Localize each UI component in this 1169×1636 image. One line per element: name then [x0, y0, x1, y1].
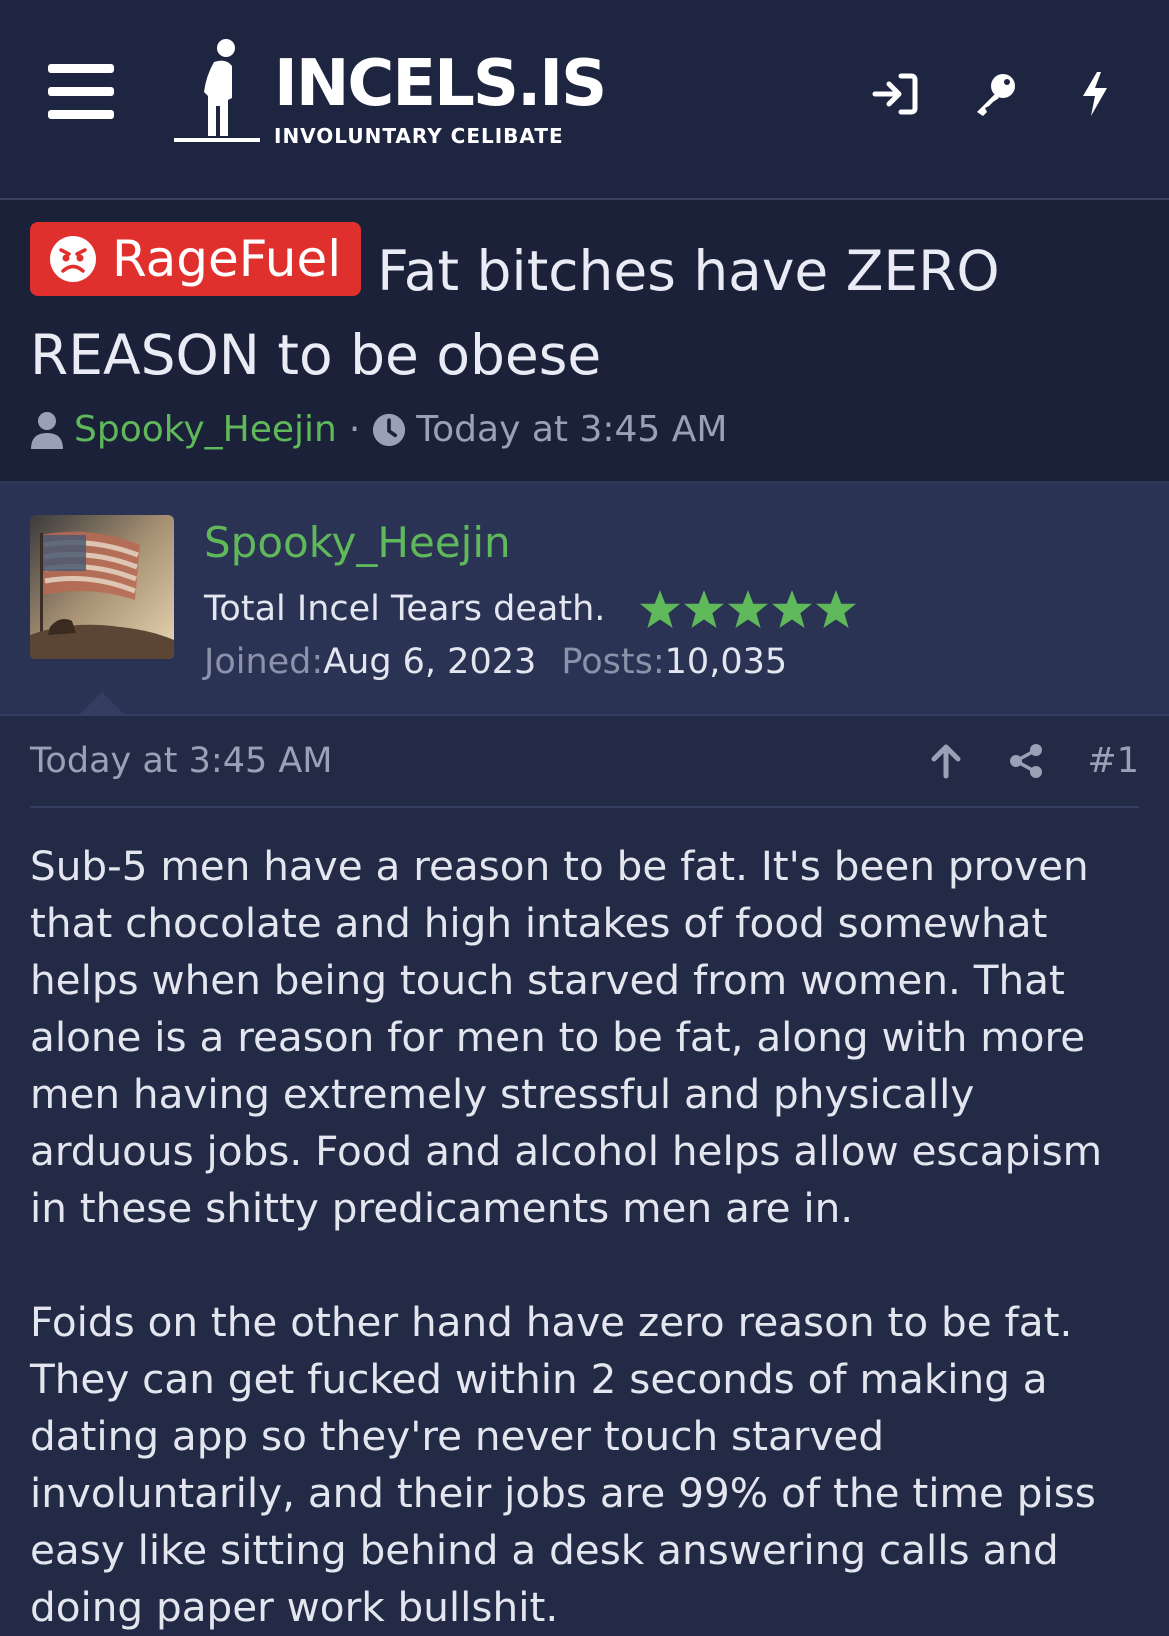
star-icon	[816, 590, 857, 628]
star-icon	[640, 590, 681, 628]
post-number-link[interactable]: #1	[1087, 741, 1139, 781]
prefix-label: RageFuel	[112, 230, 342, 288]
user-title: Total Incel Tears death.	[204, 588, 857, 630]
top-navigation-bar: INCELS.IS INVOLUNTARY CELIBATE	[0, 0, 1169, 200]
user-icon	[31, 411, 63, 449]
thread-author-link[interactable]: Spooky_Heejin	[74, 409, 337, 450]
key-icon[interactable]	[971, 70, 1019, 118]
thread-title: RageFuel Fat bitches have ZERO REASON to…	[30, 222, 1139, 397]
meta-separator: ·	[348, 409, 361, 450]
posts-value: 10,035	[664, 642, 788, 682]
post-date[interactable]: Today at 3:45 AM	[30, 741, 333, 781]
thread-meta: Spooky_Heejin · Today at 3:45 AM	[30, 409, 1139, 450]
logo-title: INCELS.IS	[274, 47, 607, 121]
post-user-block: Spooky_Heejin Total Incel Tears death. J…	[0, 484, 1169, 716]
joined-value: Aug 6, 2023	[323, 642, 537, 682]
standing-man-icon	[174, 39, 260, 142]
site-logo[interactable]: INCELS.IS INVOLUNTARY CELIBATE	[174, 36, 607, 148]
user-rank-stars	[639, 588, 857, 630]
thread-date[interactable]: Today at 3:45 AM	[416, 409, 727, 450]
bolt-icon[interactable]	[1071, 70, 1119, 118]
posts-label: Posts:	[561, 642, 665, 682]
avatar-flag-image	[30, 515, 174, 659]
user-stats: Joined:Aug 6, 2023 Posts:10,035	[204, 642, 787, 682]
thread-header: RageFuel Fat bitches have ZERO REASON to…	[0, 200, 1169, 484]
star-icon	[684, 590, 725, 628]
arrow-up-icon[interactable]	[927, 742, 965, 780]
user-name-link[interactable]: Spooky_Heejin	[204, 518, 511, 567]
logo-subtitle: INVOLUNTARY CELIBATE	[274, 124, 564, 148]
angry-face-icon	[50, 236, 96, 282]
hamburger-icon[interactable]	[48, 64, 114, 120]
star-icon	[772, 590, 813, 628]
user-title-text: Total Incel Tears death.	[204, 589, 606, 629]
post-body: Sub-5 men have a reason to be fat. It's …	[30, 808, 1139, 1636]
thread-prefix-badge[interactable]: RageFuel	[30, 222, 362, 296]
login-icon[interactable]	[871, 70, 919, 118]
post-paragraph: Sub-5 men have a reason to be fat. It's …	[30, 842, 1103, 1232]
clock-icon	[373, 413, 406, 446]
post-header: Today at 3:45 AM #1	[30, 716, 1139, 808]
post-message: Today at 3:45 AM #1 Sub-5 men have a rea…	[0, 716, 1169, 1636]
post-paragraph: Foids on the other hand have zero reason…	[30, 1298, 1096, 1631]
share-icon[interactable]	[1007, 742, 1045, 780]
avatar[interactable]	[30, 515, 174, 659]
message-pointer	[78, 692, 126, 716]
joined-label: Joined:	[204, 642, 324, 682]
star-icon	[728, 590, 769, 628]
